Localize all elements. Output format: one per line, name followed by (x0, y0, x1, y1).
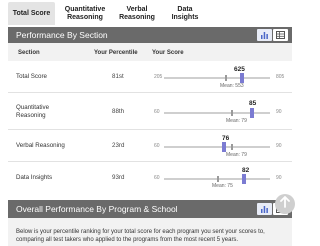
row-percentile: 23rd (112, 142, 125, 149)
scroll-to-top-button[interactable] (275, 194, 295, 214)
row-percentile: 81st (112, 73, 124, 80)
section-title: Performance By Section (16, 30, 108, 40)
score-marker (250, 108, 254, 118)
score-track (164, 174, 270, 184)
tab-label: Verbal Reasoning (119, 5, 155, 21)
score-value: 625 (234, 66, 245, 73)
mean-label: Mean: 79 (226, 152, 247, 158)
row-section-name: Quantitative Reasoning (16, 104, 50, 119)
row-section-name: Data Insights (16, 174, 53, 181)
score-track (164, 108, 270, 118)
mean-label: Mean: 75 (212, 183, 233, 189)
view-toggle (257, 29, 288, 41)
scale-max: 90 (276, 175, 282, 181)
row-section-name: Verbal Reasoning (16, 142, 65, 149)
arrow-up-icon (280, 195, 290, 213)
table-header: Section Your Percentile Your Score (8, 45, 292, 61)
score-track (164, 142, 270, 152)
bar-chart-icon[interactable] (257, 203, 272, 215)
table-row: Verbal Reasoning 23rd 60 76 90 Mean: 79 (8, 130, 292, 162)
tab-total-score[interactable]: Total Score (8, 2, 55, 25)
score-marker (222, 142, 226, 152)
scale-min: 60 (154, 109, 160, 115)
mean-label: Mean: 79 (226, 118, 247, 124)
table-row: Quantitative Reasoning 88th 60 85 90 Mea… (8, 93, 292, 130)
tab-label: Data Insights (171, 5, 199, 21)
mean-marker (231, 144, 233, 150)
column-section: Section (18, 50, 40, 56)
score-value: 76 (222, 135, 230, 142)
tab-label: Quantitative Reasoning (64, 5, 106, 21)
table-icon[interactable] (273, 29, 288, 41)
section-header-overall: Overall Performance By Program & School (8, 200, 292, 218)
score-marker (242, 174, 246, 184)
table-row: Total Score 81st 205 625 805 Mean: 553 (8, 61, 292, 93)
row-section-name: Total Score (16, 73, 47, 80)
column-percentile: Your Percentile (94, 50, 138, 56)
score-value: 85 (249, 100, 257, 107)
mean-label: Mean: 553 (220, 83, 244, 89)
mean-marker (225, 75, 227, 81)
mean-marker (217, 176, 219, 182)
scale-max: 805 (276, 74, 285, 80)
mean-marker (231, 110, 233, 116)
table-row: Data Insights 93rd 60 82 90 Mean: 75 (8, 162, 292, 191)
scale-min: 60 (154, 175, 160, 181)
bar-chart-icon[interactable] (257, 29, 272, 41)
tab-label: Total Score (12, 9, 51, 17)
scale-min: 205 (154, 74, 163, 80)
scale-min: 60 (154, 143, 160, 149)
section-header-performance: Performance By Section (8, 27, 292, 43)
row-percentile: 88th (112, 108, 125, 115)
tab-bar: Total Score Quantitative Reasoning Verba… (0, 0, 300, 25)
column-score: Your Score (152, 50, 184, 56)
section-title: Overall Performance By Program & School (16, 204, 178, 214)
tab-data-insights[interactable]: Data Insights (161, 2, 209, 25)
tab-quantitative-reasoning[interactable]: Quantitative Reasoning (57, 2, 113, 25)
score-track (164, 73, 270, 83)
overall-description: Below is your percentile ranking for you… (16, 229, 265, 243)
scale-max: 90 (276, 109, 282, 115)
tab-verbal-reasoning[interactable]: Verbal Reasoning (115, 2, 159, 25)
score-value: 82 (242, 167, 250, 174)
score-marker (240, 73, 244, 83)
row-percentile: 93rd (112, 174, 125, 181)
scale-max: 90 (276, 143, 282, 149)
